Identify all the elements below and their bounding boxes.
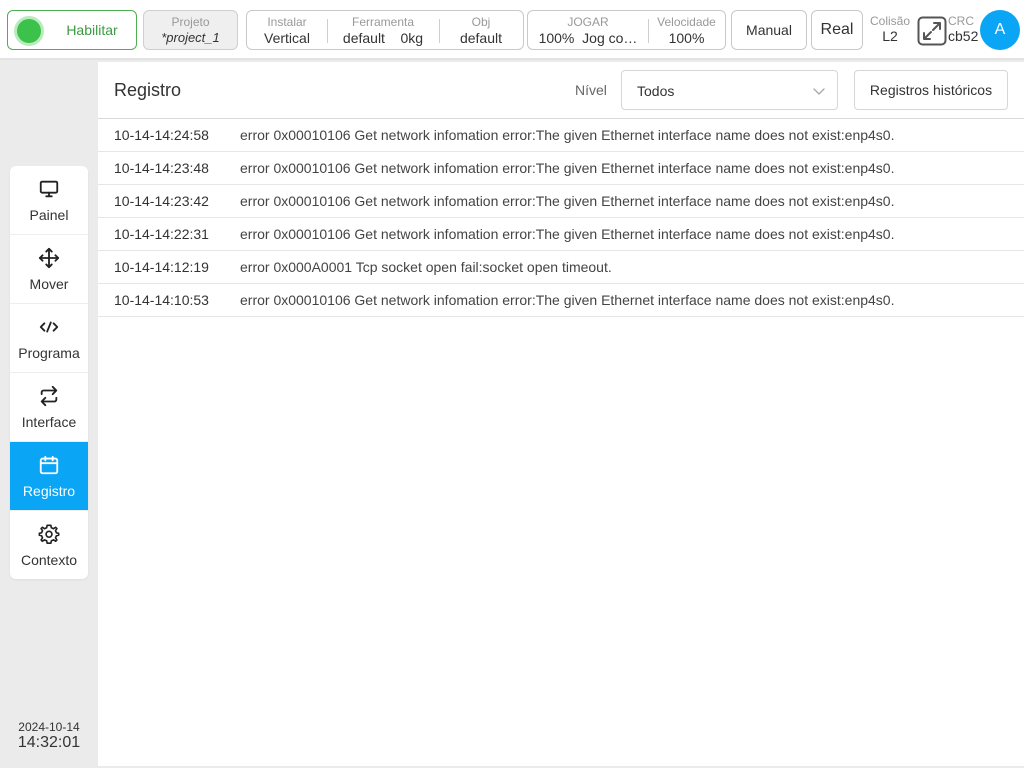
page-title: Registro: [114, 80, 182, 100]
speed-setting[interactable]: Velocidade 100%: [648, 11, 725, 49]
log-timestamp: 10-14-14:12:19: [114, 259, 209, 275]
log-row: 10-14-14:24:58 error 0x00010106 Get netw…: [98, 119, 1024, 152]
jog-setting[interactable]: JOGAR 100% Jog co…: [528, 11, 648, 49]
real-mode-button[interactable]: Real: [811, 10, 863, 50]
monitor-icon: [39, 180, 59, 198]
obj-caption: Obj: [471, 15, 491, 29]
log-timestamp: 10-14-14:23:48: [114, 160, 209, 176]
jog-caption: JOGAR: [567, 15, 609, 29]
nav-label: Contexto: [20, 552, 78, 568]
log-timestamp: 10-14-14:24:58: [114, 127, 209, 143]
install-caption: Instalar: [267, 15, 307, 29]
crc-display: CRC cb52: [948, 14, 980, 44]
collision-value: L2: [882, 28, 898, 44]
log-timestamp: 10-14-14:10:53: [114, 292, 209, 308]
calendar-icon: [39, 455, 59, 475]
speed-value: 100%: [668, 30, 705, 46]
project-name: *project_1: [161, 30, 220, 45]
install-value: Vertical: [264, 30, 310, 46]
collision-caption: Colisão: [869, 14, 911, 28]
collision-level[interactable]: Colisão L2: [868, 14, 912, 44]
tool-setting[interactable]: Ferramenta default 0kg: [327, 11, 439, 49]
speed-caption: Velocidade: [657, 15, 716, 29]
nav-item-contexto[interactable]: Contexto: [10, 511, 88, 579]
enable-button[interactable]: Habilitar: [7, 10, 137, 50]
log-message: error 0x00010106 Get network infomation …: [240, 292, 895, 308]
obj-setting[interactable]: Obj default: [439, 11, 523, 49]
level-filter-value: Todos: [637, 83, 675, 99]
log-message: error 0x00010106 Get network infomation …: [240, 127, 895, 143]
installation-group: Instalar Vertical Ferramenta default 0kg…: [246, 10, 524, 50]
chevron-down-icon: [813, 88, 825, 95]
install-setting[interactable]: Instalar Vertical: [247, 11, 327, 49]
nav-label: Interface: [21, 414, 77, 430]
nav-label: Registro: [22, 483, 76, 499]
system-time: 14:32:01: [17, 734, 81, 751]
log-row: 10-14-14:12:19 error 0x000A0001 Tcp sock…: [98, 251, 1024, 284]
nav-label: Painel: [29, 207, 69, 223]
project-selector[interactable]: Projeto *project_1: [143, 10, 238, 50]
swap-arrows-icon: [40, 385, 58, 407]
level-filter-label: Nível: [575, 82, 607, 98]
nav-item-mover[interactable]: Mover: [10, 235, 88, 304]
tool-load: 0kg: [400, 30, 424, 46]
crc-value: cb52: [948, 28, 979, 44]
log-timestamp: 10-14-14:22:31: [114, 226, 209, 242]
jog-percent: 100%: [538, 30, 575, 46]
log-row: 10-14-14:23:42 error 0x00010106 Get netw…: [98, 185, 1024, 218]
history-logs-button[interactable]: Registros históricos: [854, 70, 1008, 110]
nav-item-painel[interactable]: Painel: [10, 166, 88, 235]
obj-value: default: [459, 30, 503, 46]
project-caption: Projeto: [171, 15, 210, 29]
move-arrows-icon: [38, 247, 60, 269]
log-message: error 0x00010106 Get network infomation …: [240, 160, 895, 176]
nav-label: Programa: [18, 345, 80, 361]
jog-value: 100% Jog co…: [528, 30, 648, 46]
log-list: 10-14-14:24:58 error 0x00010106 Get netw…: [98, 119, 1024, 317]
tool-value: default 0kg: [327, 30, 439, 46]
fullscreen-expand-button[interactable]: [917, 16, 947, 46]
manual-mode-button[interactable]: Manual: [731, 10, 807, 50]
log-row: 10-14-14:10:53 error 0x00010106 Get netw…: [98, 284, 1024, 317]
gear-icon: [38, 524, 60, 544]
enable-label: Habilitar: [66, 22, 118, 38]
log-message: error 0x000A0001 Tcp socket open fail:so…: [240, 259, 612, 275]
jog-group: JOGAR 100% Jog co… Velocidade 100%: [527, 10, 726, 50]
nav-item-interface[interactable]: Interface: [10, 373, 88, 442]
log-panel-header: Registro Nível Todos Registros histórico…: [98, 62, 1024, 119]
user-avatar[interactable]: A: [980, 10, 1020, 50]
crc-caption: CRC: [948, 14, 974, 28]
log-row: 10-14-14:23:48 error 0x00010106 Get netw…: [98, 152, 1024, 185]
expand-icon: [917, 16, 947, 46]
nav-item-registro[interactable]: Registro: [10, 442, 88, 511]
tool-name: default: [342, 30, 385, 46]
log-timestamp: 10-14-14:23:42: [114, 193, 209, 209]
level-filter-select[interactable]: Todos: [621, 70, 838, 110]
side-navigation: Painel Mover Programa Interface Registro: [10, 166, 88, 579]
system-date: 2024-10-14: [18, 720, 80, 734]
jog-mode: Jog co…: [582, 30, 638, 46]
log-message: error 0x00010106 Get network infomation …: [240, 193, 895, 209]
log-message: error 0x00010106 Get network infomation …: [240, 226, 895, 242]
log-panel: Registro Nível Todos Registros histórico…: [98, 62, 1024, 766]
nav-item-programa[interactable]: Programa: [10, 304, 88, 373]
enable-status-indicator: [17, 19, 41, 43]
nav-label: Mover: [29, 276, 69, 292]
tool-caption: Ferramenta: [351, 15, 415, 29]
code-icon: [39, 321, 59, 333]
log-row: 10-14-14:22:31 error 0x00010106 Get netw…: [98, 218, 1024, 251]
top-bar: Habilitar Projeto *project_1 Instalar Ve…: [0, 0, 1024, 60]
